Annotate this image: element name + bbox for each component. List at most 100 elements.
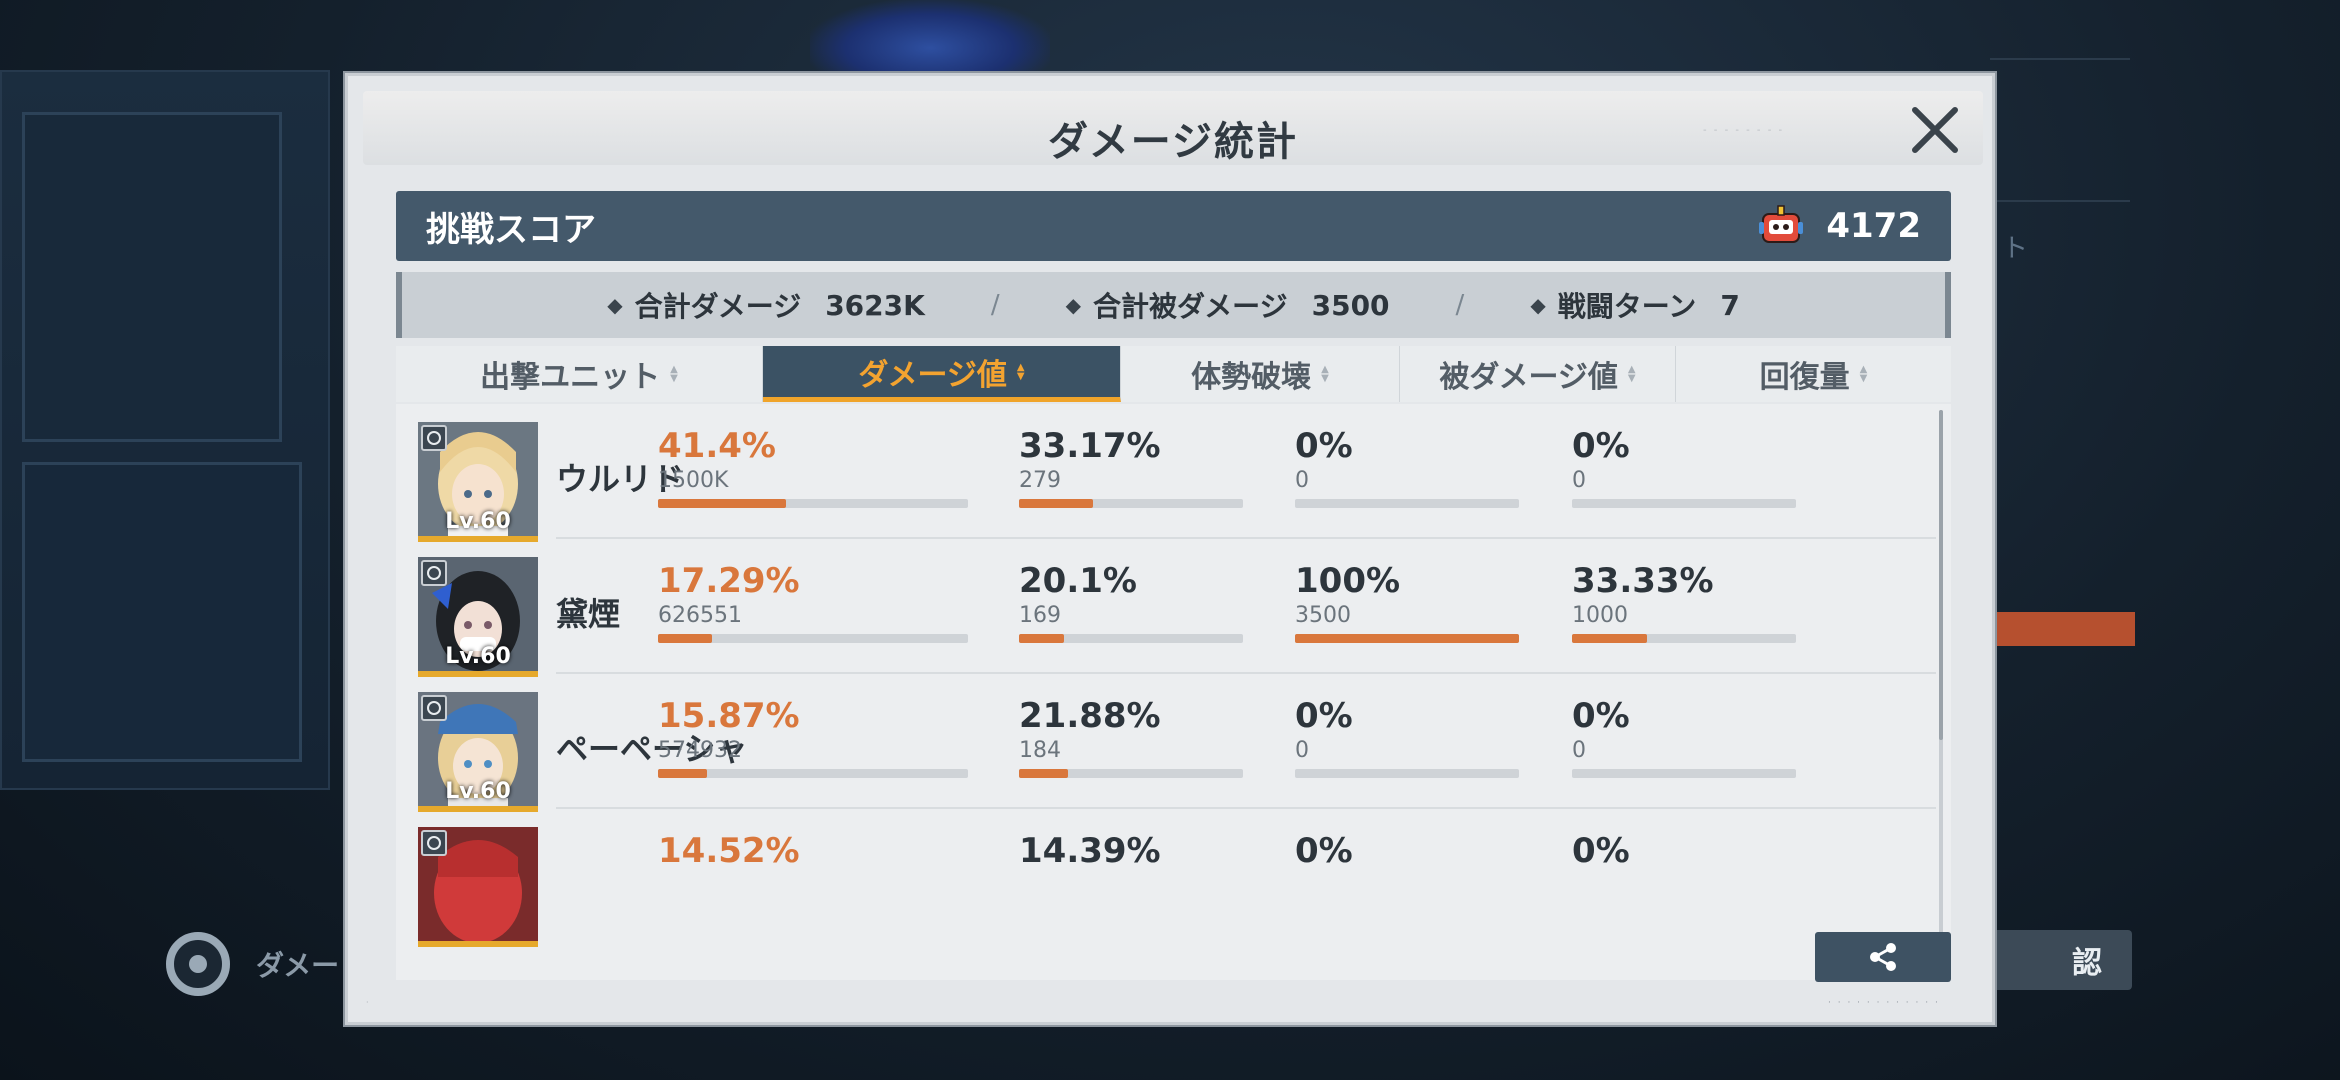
- unit-avatar: Lv.60: [418, 422, 538, 542]
- background-container-panel: [22, 112, 282, 442]
- heal-stat: 0%: [1572, 831, 1796, 871]
- taken-percent: 0%: [1295, 696, 1353, 736]
- unit-level: Lv.60: [445, 644, 511, 669]
- break-progress-fill: [1019, 769, 1068, 778]
- taken-progress-fill: [1295, 634, 1519, 643]
- break-progress-fill: [1019, 634, 1065, 643]
- taken-value: 3500: [1295, 603, 1351, 628]
- taken-stat: 0% 0: [1295, 426, 1519, 508]
- heal-progress-bar: [1572, 769, 1796, 778]
- break-stat: 33.17% 279: [1019, 426, 1243, 508]
- total-taken-summary: ◆ 合計被ダメージ 3500: [1066, 285, 1390, 325]
- unit-row[interactable]: 14.52% 14.39% 0% 0%: [396, 809, 1936, 947]
- footer-decoration: · · · · · · · · · · · ·: [1828, 998, 1940, 1008]
- total-damage-label: 合計ダメージ: [634, 290, 802, 323]
- background-right-text: ト: [2002, 234, 2029, 264]
- heal-stat: 33.33% 1000: [1572, 561, 1796, 643]
- heal-percent: 33.33%: [1572, 561, 1714, 601]
- unit-class-badge-icon: [421, 830, 447, 856]
- close-button[interactable]: [1905, 100, 1965, 160]
- break-value: 184: [1019, 738, 1061, 763]
- taken-value: 0: [1295, 738, 1309, 763]
- modal-header: ダメージ統計 - - - - - - - -: [363, 91, 1983, 165]
- unit-row[interactable]: Lv.60 黛煙 17.29% 626551 20.1% 169 100% 35…: [396, 539, 1936, 677]
- unit-level: Lv.60: [445, 509, 511, 534]
- damage-progress-fill: [658, 499, 787, 508]
- taken-progress-bar: [1295, 499, 1519, 508]
- unit-avatar: Lv.60: [418, 692, 538, 812]
- unit-avatar: Lv.60: [418, 557, 538, 677]
- break-percent: 20.1%: [1019, 561, 1137, 601]
- battle-turns-value: 7: [1720, 288, 1740, 322]
- unit-level: Lv.60: [445, 779, 511, 804]
- modal-title: ダメージ統計: [1048, 119, 1298, 165]
- tab-break[interactable]: 体勢破壊 ▲ ▼: [1121, 346, 1400, 402]
- damage-value: 574932: [658, 738, 742, 763]
- damage-percent: 41.4%: [658, 426, 776, 466]
- damage-progress-bar: [658, 499, 968, 508]
- table-scrollbar[interactable]: [1939, 410, 1943, 970]
- damage-percent: 17.29%: [658, 561, 800, 601]
- taken-percent: 100%: [1295, 561, 1401, 601]
- break-progress-fill: [1019, 499, 1094, 508]
- tab-label: ダメージ値: [858, 357, 1007, 393]
- heal-percent: 0%: [1572, 426, 1630, 466]
- background-confirm-label: 認: [2072, 946, 2102, 981]
- background-divider: [1990, 58, 2130, 60]
- tab-damage-taken[interactable]: 被ダメージ値 ▲ ▼: [1400, 346, 1676, 402]
- break-percent: 33.17%: [1019, 426, 1161, 466]
- break-percent: 14.39%: [1019, 831, 1161, 871]
- heal-value: 1000: [1572, 603, 1628, 628]
- share-button[interactable]: [1815, 932, 1951, 982]
- diamond-bullet-icon: ◆: [1530, 293, 1546, 317]
- break-value: 279: [1019, 468, 1061, 493]
- tab-damage[interactable]: ダメージ値 ▲ ▼: [763, 346, 1121, 402]
- taken-percent: 0%: [1295, 426, 1353, 466]
- taken-percent: 0%: [1295, 831, 1353, 871]
- damage-stat: 17.29% 626551: [658, 561, 968, 643]
- unit-row[interactable]: Lv.60 ペーペーシャ 15.87% 574932 21.88% 184 0%…: [396, 674, 1936, 812]
- taken-progress-bar: [1295, 769, 1519, 778]
- unit-class-badge-icon: [421, 695, 447, 721]
- tab-label: 被ダメージ値: [1439, 360, 1618, 395]
- heal-stat: 0% 0: [1572, 426, 1796, 508]
- scrollbar-thumb[interactable]: [1939, 410, 1943, 740]
- total-taken-label: 合計被ダメージ: [1093, 290, 1288, 323]
- background-accent-strip: [1995, 612, 2135, 646]
- diamond-bullet-icon: ◆: [607, 293, 623, 317]
- background-damage-stats-shortcut: ダメー: [166, 932, 339, 996]
- heal-progress-bar: [1572, 634, 1796, 643]
- battle-turns-label: 戦闘ターン: [1557, 290, 1697, 323]
- unit-avatar: [418, 827, 538, 947]
- challenge-score-label: 挑戦スコア: [426, 209, 596, 250]
- break-progress-bar: [1019, 499, 1243, 508]
- heal-percent: 0%: [1572, 831, 1630, 871]
- damage-percent: 15.87%: [658, 696, 800, 736]
- damage-progress-bar: [658, 769, 968, 778]
- tab-healing[interactable]: 回復量 ▲ ▼: [1676, 346, 1951, 402]
- share-icon: [1870, 943, 1896, 971]
- damage-stat: 41.4% 1500K: [658, 426, 968, 508]
- background-divider: [1990, 200, 2130, 202]
- tab-label: 回復量: [1759, 360, 1850, 395]
- damage-progress-fill: [658, 634, 712, 643]
- damage-stat: 15.87% 574932: [658, 696, 968, 778]
- unit-row[interactable]: Lv.60 ウルリド 41.4% 1500K 33.17% 279 0% 0 0…: [396, 404, 1936, 542]
- damage-stats-modal: ダメージ統計 - - - - - - - - 挑戦スコア 4172 ◆ 合計ダメ…: [345, 73, 1995, 1025]
- background-container-left: [0, 70, 330, 790]
- robot-mascot-icon: [1759, 205, 1804, 243]
- tab-label: 体勢破壊: [1191, 360, 1312, 395]
- damage-percent: 14.52%: [658, 831, 800, 871]
- challenge-score-value: 4172: [1826, 206, 1921, 246]
- tab-units[interactable]: 出撃ユニット ▲ ▼: [396, 346, 763, 402]
- summary-bar: ◆ 合計ダメージ 3623K / ◆ 合計被ダメージ 3500 / ◆ 戦闘ター…: [396, 272, 1951, 338]
- stats-table[interactable]: Lv.60 ウルリド 41.4% 1500K 33.17% 279 0% 0 0…: [396, 404, 1951, 980]
- unit-class-badge-icon: [421, 425, 447, 451]
- break-percent: 21.88%: [1019, 696, 1161, 736]
- damage-stat: 14.52%: [658, 831, 968, 871]
- taken-stat: 100% 3500: [1295, 561, 1519, 643]
- footer-decoration: ·: [366, 998, 369, 1007]
- unit-class-badge-icon: [421, 560, 447, 586]
- sort-icon: ▲ ▼: [1859, 364, 1868, 384]
- break-progress-bar: [1019, 634, 1243, 643]
